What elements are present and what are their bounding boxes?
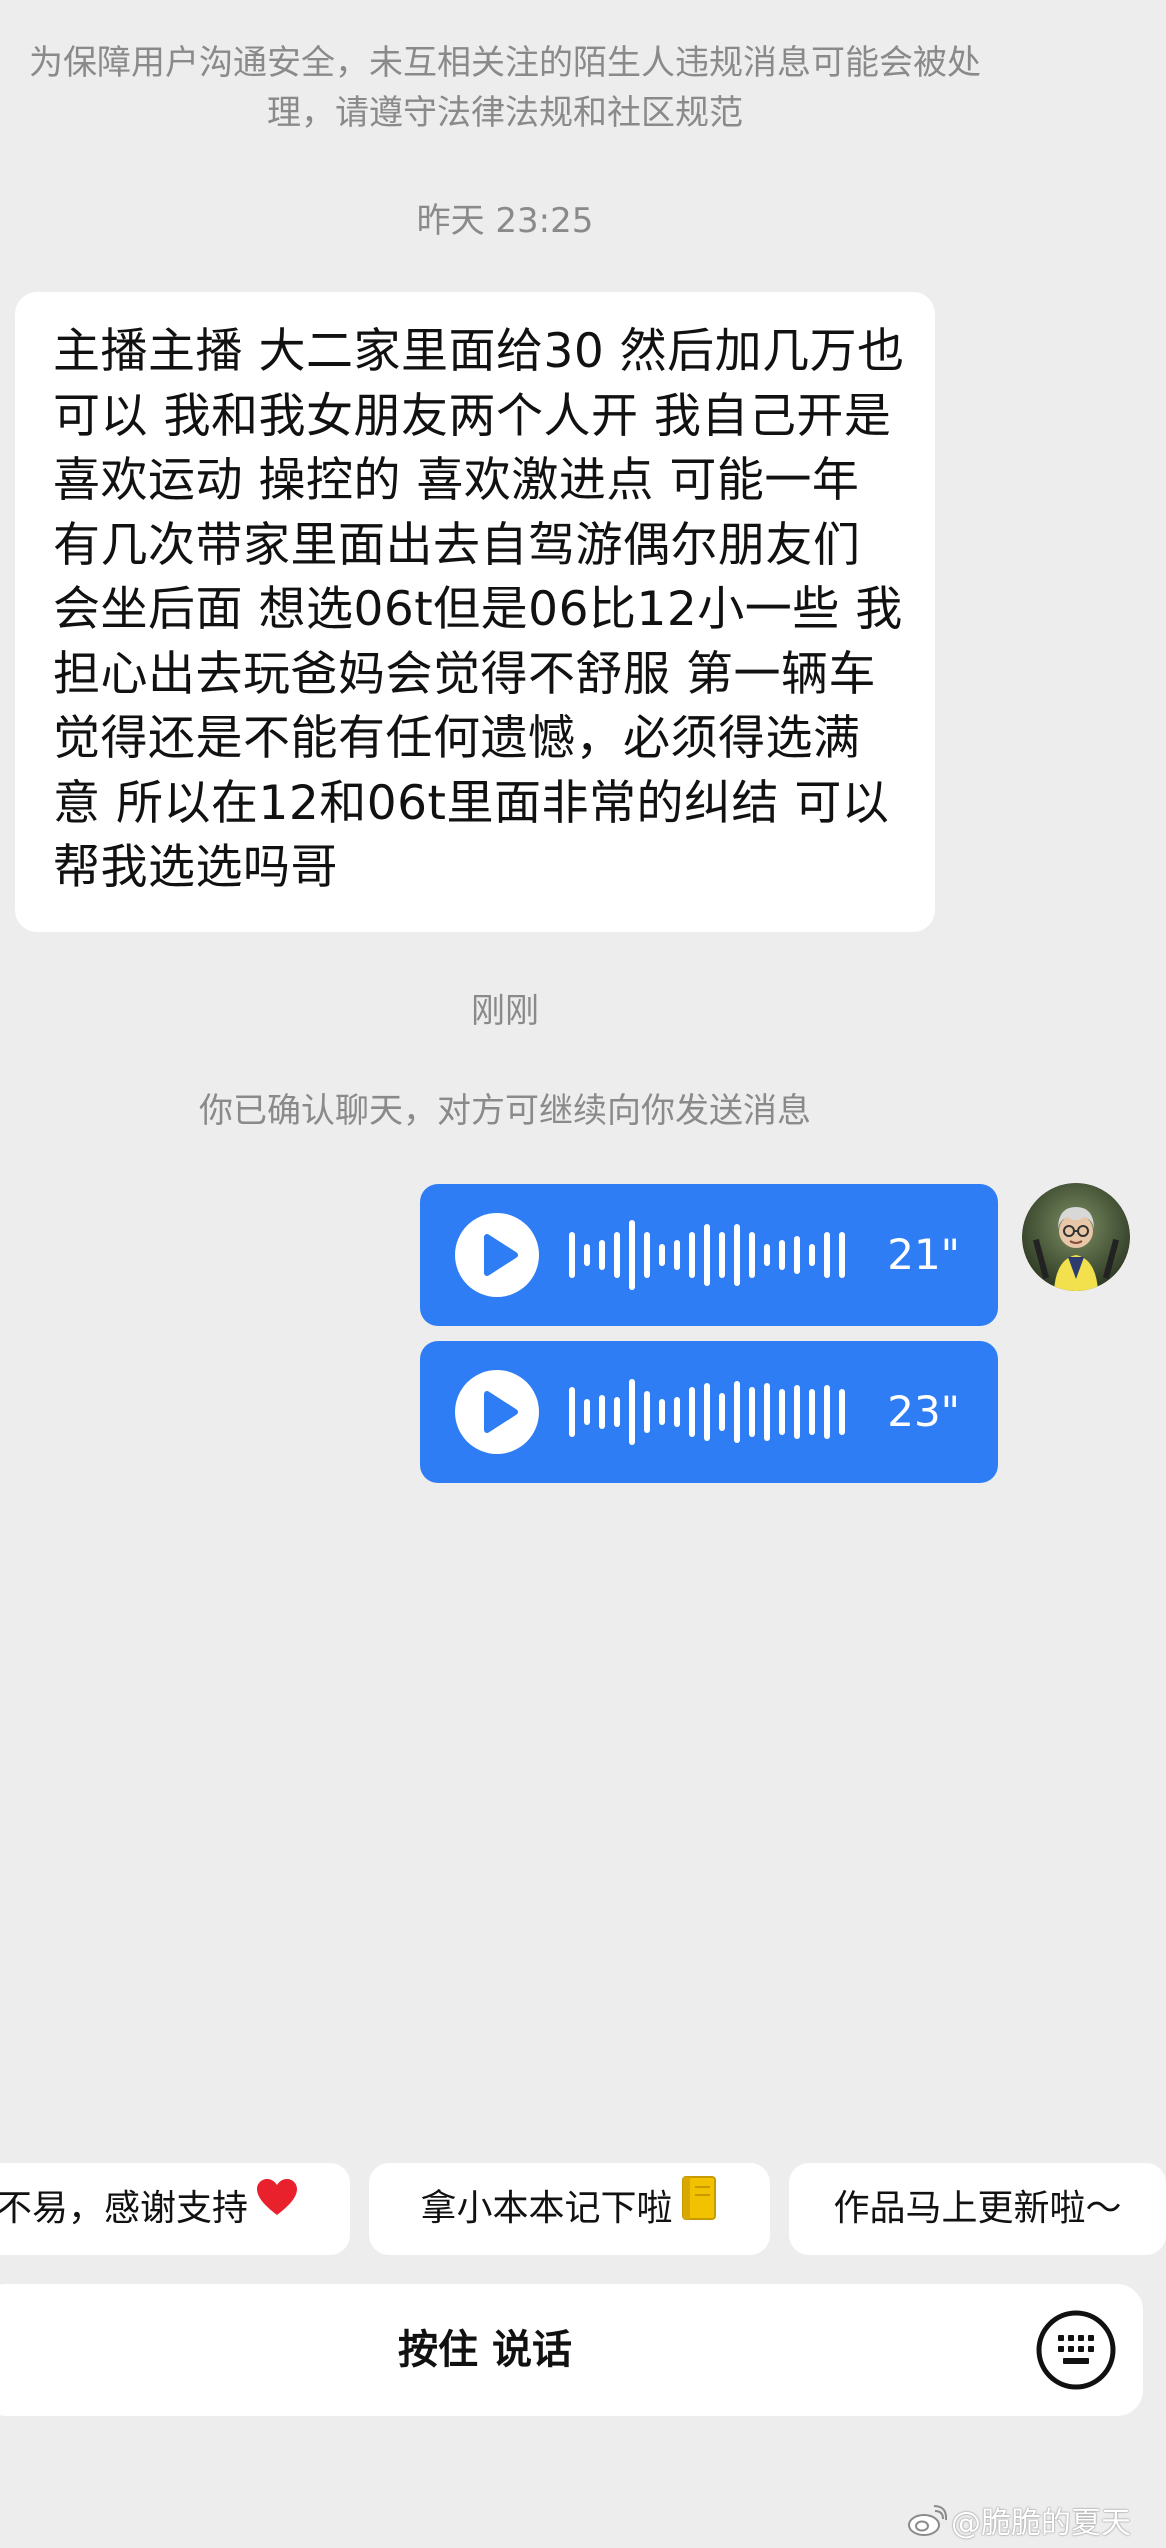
avatar-icon [1022,1183,1130,1291]
watermark: @脆脆的夏天 [907,2498,1131,2545]
waveform-icon [569,1379,845,1445]
chat-screen: 为保障用户沟通安全，未互相关注的陌生人违规消息可能会被处理，请遵守法律法规和社区… [0,0,1166,2548]
hold-to-talk-bar[interactable]: 按住 说话 [0,2284,1143,2416]
avatar[interactable] [1022,1183,1130,1291]
waveform-icon [569,1220,845,1290]
timestamp: 刚刚 [471,991,539,1031]
hold-to-talk-label: 按住 说话 [398,2327,572,2373]
quick-reply-chip[interactable]: 拿小本本记下啦 [369,2163,770,2255]
voice-duration: 21" [887,1230,960,1279]
chip-label: 拿小本本记下啦 [420,2188,673,2229]
chip-label: 不易，感谢支持 [0,2188,248,2229]
weibo-logo-icon [907,2504,948,2545]
notebook-icon [679,2164,719,2255]
timestamp: 昨天 23:25 [416,201,594,241]
heart-icon [254,2164,300,2255]
play-icon [484,1234,518,1276]
play-button[interactable] [455,1213,539,1297]
keyboard-icon[interactable] [1035,2309,1117,2391]
play-button[interactable] [455,1370,539,1454]
quick-reply-chip[interactable]: 不易，感谢支持 [0,2163,350,2255]
voice-duration: 23" [887,1387,960,1436]
voice-message[interactable]: 23" [420,1341,998,1483]
incoming-message-bubble[interactable]: 主播主播 大二家里面给30 然后加几万也可以 我和我女朋友两个人开 我自己开是喜… [15,292,935,932]
safety-notice: 为保障用户沟通安全，未互相关注的陌生人违规消息可能会被处理，请遵守法律法规和社区… [29,43,981,133]
voice-message[interactable]: 21" [420,1184,998,1326]
quick-reply-chip[interactable]: 作品马上更新啦～ [789,2163,1166,2255]
system-message: 你已确认聊天，对方可继续向你发送消息 [199,1091,811,1131]
quick-replies: 不易，感谢支持 拿小本本记下啦 作品马上更新啦～ [0,2163,1166,2255]
play-icon [484,1391,518,1433]
watermark-text: @脆脆的夏天 [951,2506,1131,2541]
chip-label: 作品马上更新啦～ [833,2188,1122,2229]
